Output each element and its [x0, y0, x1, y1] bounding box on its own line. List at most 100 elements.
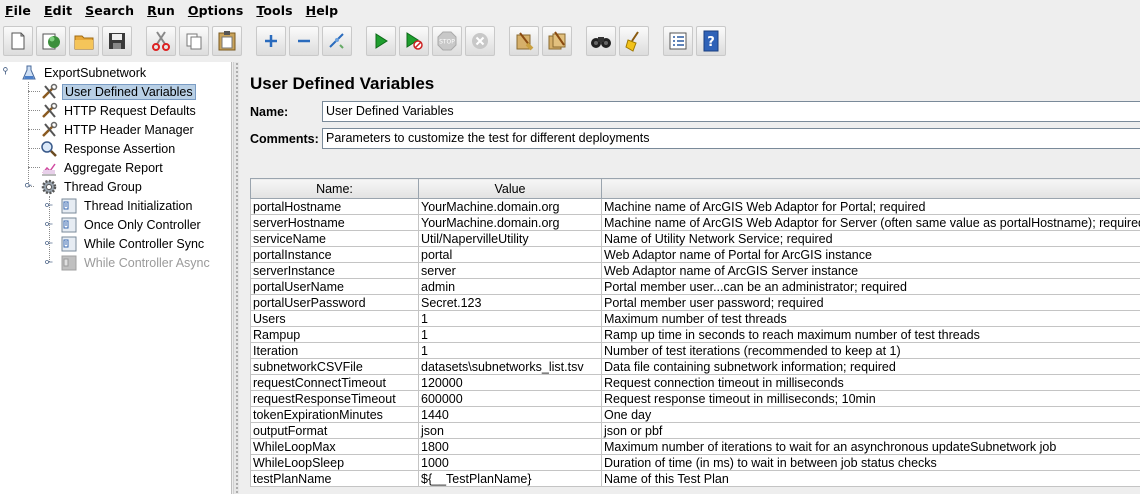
- cut-button[interactable]: [146, 26, 176, 56]
- cell-description[interactable]: One day: [601, 406, 1140, 423]
- cell-description[interactable]: Machine name of ArcGIS Web Adaptor for S…: [601, 214, 1140, 231]
- table-row[interactable]: outputFormat json json or pbf: [250, 422, 1140, 439]
- expand-button[interactable]: [256, 26, 286, 56]
- table-row[interactable]: portalUserName admin Portal member user...…: [250, 278, 1140, 295]
- cell-name[interactable]: testPlanName: [250, 470, 419, 487]
- cell-value[interactable]: 1: [418, 310, 602, 327]
- table-row[interactable]: tokenExpirationMinutes 1440 One day: [250, 406, 1140, 423]
- toggle-button[interactable]: [322, 26, 352, 56]
- cell-value[interactable]: YourMachine.domain.org: [418, 198, 602, 215]
- tree-node-while-controller-sync[interactable]: While Controller Sync: [60, 234, 206, 253]
- tree-node-user-defined-variables[interactable]: User Defined Variables: [40, 82, 196, 101]
- cell-value[interactable]: server: [418, 262, 602, 279]
- cell-name[interactable]: outputFormat: [250, 422, 419, 439]
- menu-tools[interactable]: Tools: [256, 3, 292, 18]
- cell-name[interactable]: Iteration: [250, 342, 419, 359]
- cell-description[interactable]: Data file containing subnetwork informat…: [601, 358, 1140, 375]
- table-row[interactable]: Rampup 1 Ramp up time in seconds to reach …: [250, 326, 1140, 343]
- cell-name[interactable]: requestConnectTimeout: [250, 374, 419, 391]
- function-helper-button[interactable]: [663, 26, 693, 56]
- menu-file[interactable]: File: [5, 3, 31, 18]
- cell-description[interactable]: Duration of time (in ms) to wait in betw…: [601, 454, 1140, 471]
- tree-node-thread-group[interactable]: Thread Group: [40, 177, 144, 196]
- comments-field[interactable]: Parameters to customize the test for dif…: [322, 128, 1140, 149]
- collapse-button[interactable]: [289, 26, 319, 56]
- split-pane-divider[interactable]: [233, 62, 239, 494]
- cell-description[interactable]: Request response timeout in milliseconds…: [601, 390, 1140, 407]
- tree-node-once-only-controller[interactable]: Once Only Controller: [60, 215, 203, 234]
- cell-name[interactable]: WhileLoopMax: [250, 438, 419, 455]
- table-row[interactable]: requestResponseTimeout 600000 Request resp…: [250, 390, 1140, 407]
- table-row[interactable]: WhileLoopMax 1800 Maximum number of iterat…: [250, 438, 1140, 455]
- table-row[interactable]: testPlanName ${__TestPlanName} Name of thi…: [250, 470, 1140, 487]
- cell-description[interactable]: Maximum number of iterations to wait for…: [601, 438, 1140, 455]
- cell-name[interactable]: serverInstance: [250, 262, 419, 279]
- cell-description[interactable]: Name of this Test Plan: [601, 470, 1140, 487]
- table-row[interactable]: subnetworkCSVFile datasets\subnetworks_li…: [250, 358, 1140, 375]
- cell-value[interactable]: 1: [418, 326, 602, 343]
- cell-value[interactable]: portal: [418, 246, 602, 263]
- cell-name[interactable]: serverHostname: [250, 214, 419, 231]
- tree-node-http-request-defaults[interactable]: HTTP Request Defaults: [40, 101, 198, 120]
- cell-value[interactable]: ${__TestPlanName}: [418, 470, 602, 487]
- help-button[interactable]: ?: [696, 26, 726, 56]
- cell-name[interactable]: WhileLoopSleep: [250, 454, 419, 471]
- reset-search-button[interactable]: [619, 26, 649, 56]
- menu-help[interactable]: Help: [306, 3, 339, 18]
- cell-description[interactable]: Number of test iterations (recommended t…: [601, 342, 1140, 359]
- table-row[interactable]: portalHostname YourMachine.domain.org Mach…: [250, 198, 1140, 215]
- thread-initialization-expand-handle[interactable]: [45, 201, 53, 209]
- templates-button[interactable]: [36, 26, 66, 56]
- tree-node-http-header-manager[interactable]: HTTP Header Manager: [40, 120, 196, 139]
- start-button[interactable]: [366, 26, 396, 56]
- column-header-name[interactable]: Name:: [250, 178, 419, 199]
- stop-button[interactable]: STOP: [432, 26, 462, 56]
- cell-name[interactable]: serviceName: [250, 230, 419, 247]
- table-row[interactable]: Iteration 1 Number of test iterations (rec…: [250, 342, 1140, 359]
- cell-value[interactable]: Util/NapervilleUtility: [418, 230, 602, 247]
- table-row[interactable]: portalInstance portal Web Adaptor name of …: [250, 246, 1140, 263]
- cell-description[interactable]: Maximum number of test threads: [601, 310, 1140, 327]
- name-field[interactable]: User Defined Variables: [322, 101, 1140, 122]
- table-row[interactable]: requestConnectTimeout 120000 Request conne…: [250, 374, 1140, 391]
- cell-name[interactable]: portalUserPassword: [250, 294, 419, 311]
- cell-value[interactable]: 1000: [418, 454, 602, 471]
- cell-description[interactable]: Portal member user password; required: [601, 294, 1140, 311]
- while-controller-async-expand-handle[interactable]: [45, 258, 53, 266]
- table-row[interactable]: serverInstance server Web Adaptor name of …: [250, 262, 1140, 279]
- cell-description[interactable]: Portal member user...can be an administr…: [601, 278, 1140, 295]
- cell-value[interactable]: 1: [418, 342, 602, 359]
- cell-name[interactable]: requestResponseTimeout: [250, 390, 419, 407]
- while-controller-sync-expand-handle[interactable]: [45, 239, 53, 247]
- once-only-controller-expand-handle[interactable]: [45, 220, 53, 228]
- cell-value[interactable]: YourMachine.domain.org: [418, 214, 602, 231]
- clear-button[interactable]: [509, 26, 539, 56]
- column-header-description[interactable]: [601, 178, 1140, 199]
- cell-description[interactable]: Request connection timeout in millisecon…: [601, 374, 1140, 391]
- cell-description[interactable]: Ramp up time in seconds to reach maximum…: [601, 326, 1140, 343]
- cell-name[interactable]: tokenExpirationMinutes: [250, 406, 419, 423]
- tree-node-while-controller-async[interactable]: While Controller Async: [60, 253, 212, 272]
- new-button[interactable]: [3, 26, 33, 56]
- shutdown-button[interactable]: [465, 26, 495, 56]
- table-row[interactable]: portalUserPassword Secret.123 Portal membe…: [250, 294, 1140, 311]
- cell-value[interactable]: 1440: [418, 406, 602, 423]
- menu-search[interactable]: Search: [85, 3, 134, 18]
- cell-description[interactable]: Name of Utility Network Service; require…: [601, 230, 1140, 247]
- menu-options[interactable]: Options: [188, 3, 243, 18]
- tree-node-thread-initialization[interactable]: Thread Initialization: [60, 196, 194, 215]
- search-button[interactable]: [586, 26, 616, 56]
- cell-value[interactable]: datasets\subnetworks_list.tsv: [418, 358, 602, 375]
- tree-node-root[interactable]: ExportSubnetwork: [20, 63, 148, 82]
- cell-description[interactable]: Web Adaptor name of ArcGIS Server instan…: [601, 262, 1140, 279]
- cell-value[interactable]: 120000: [418, 374, 602, 391]
- cell-value[interactable]: Secret.123: [418, 294, 602, 311]
- table-row[interactable]: serviceName Util/NapervilleUtility Name of…: [250, 230, 1140, 247]
- cell-name[interactable]: Users: [250, 310, 419, 327]
- open-button[interactable]: [69, 26, 99, 56]
- cell-value[interactable]: admin: [418, 278, 602, 295]
- cell-value[interactable]: 600000: [418, 390, 602, 407]
- table-row[interactable]: Users 1 Maximum number of test threads: [250, 310, 1140, 327]
- cell-description[interactable]: Web Adaptor name of Portal for ArcGIS in…: [601, 246, 1140, 263]
- menu-run[interactable]: Run: [147, 3, 175, 18]
